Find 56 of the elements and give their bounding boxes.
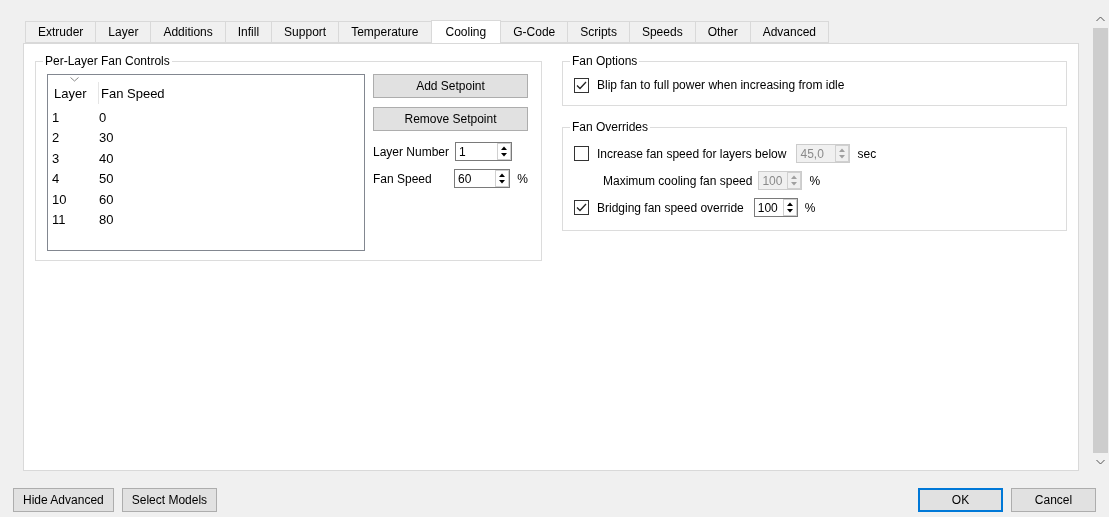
tab[interactable]: Additions bbox=[150, 21, 226, 43]
checkbox-label: Blip fan to full power when increasing from idle bbox=[597, 78, 845, 92]
sort-indicator-icon bbox=[70, 77, 79, 82]
field-label: Layer Number bbox=[373, 144, 451, 159]
table-cell: 40 bbox=[99, 150, 114, 166]
tab[interactable]: Support bbox=[271, 21, 340, 43]
tab[interactable]: Scripts bbox=[567, 21, 630, 43]
scroll-thumb[interactable] bbox=[1093, 28, 1108, 453]
table-cell: 30 bbox=[99, 130, 114, 146]
footer-button[interactable]: Hide Advanced bbox=[13, 488, 114, 512]
tab[interactable]: Temperature bbox=[338, 21, 432, 43]
group-title: Fan Overrides bbox=[571, 120, 650, 134]
spin-box[interactable]: 60 bbox=[454, 169, 511, 188]
tab[interactable]: Other bbox=[694, 21, 751, 43]
unit-label: % bbox=[809, 173, 821, 188]
table-cell-text: 3 bbox=[52, 150, 61, 166]
stepper-icon[interactable] bbox=[782, 199, 797, 216]
stepper-icon[interactable] bbox=[495, 170, 510, 187]
field-label: Maximum cooling fan speed bbox=[603, 173, 753, 188]
table-cell-text: 11 bbox=[52, 212, 67, 228]
unit-label: % bbox=[517, 171, 528, 186]
tab[interactable]: Extruder bbox=[25, 21, 97, 43]
checkbox[interactable] bbox=[574, 77, 589, 93]
footer-button[interactable]: OK bbox=[918, 488, 1003, 512]
setpoint-button[interactable]: Add Setpoint bbox=[373, 74, 528, 98]
footer-button[interactable]: Cancel bbox=[1011, 488, 1096, 512]
table-cell-text: 10 bbox=[52, 191, 68, 207]
table-cell-text: 1 bbox=[52, 109, 61, 125]
spin-box[interactable]: 1 bbox=[455, 142, 512, 161]
spin-box[interactable]: 100 bbox=[753, 198, 798, 217]
column-header[interactable]: Layer bbox=[52, 82, 99, 104]
table-cell: 80 bbox=[99, 212, 114, 228]
tab[interactable]: Infill bbox=[224, 21, 273, 43]
checkbox[interactable] bbox=[574, 146, 589, 161]
tab[interactable]: Layer bbox=[95, 21, 152, 43]
stepper-icon[interactable] bbox=[497, 143, 511, 160]
checkbox[interactable] bbox=[574, 200, 589, 215]
unit-label: % bbox=[804, 200, 816, 215]
column-header[interactable]: Fan Speed bbox=[99, 82, 165, 104]
checkbox-label: Bridging fan speed override bbox=[597, 200, 744, 215]
table-cell: 60 bbox=[99, 191, 114, 207]
setpoint-button[interactable]: Remove Setpoint bbox=[373, 107, 528, 131]
table-cell-text: 2 bbox=[52, 130, 61, 146]
table-cell: 50 bbox=[99, 171, 114, 187]
tab[interactable]: Speeds bbox=[628, 21, 696, 43]
footer-button[interactable]: Select Models bbox=[121, 488, 218, 512]
group-title: Per-Layer Fan Controls bbox=[44, 54, 171, 68]
checkbox-label: Increase fan speed for layers below bbox=[597, 146, 787, 161]
tab[interactable]: Advanced bbox=[749, 21, 830, 43]
table-cell-text: 4 bbox=[52, 171, 61, 187]
group-title: Fan Options bbox=[571, 54, 639, 68]
unit-label: sec bbox=[857, 146, 877, 161]
table-cell: 0 bbox=[99, 109, 107, 125]
tab[interactable]: G-Code bbox=[500, 21, 569, 43]
field-label: Fan Speed bbox=[373, 171, 433, 186]
tab[interactable]: Cooling bbox=[430, 20, 502, 43]
